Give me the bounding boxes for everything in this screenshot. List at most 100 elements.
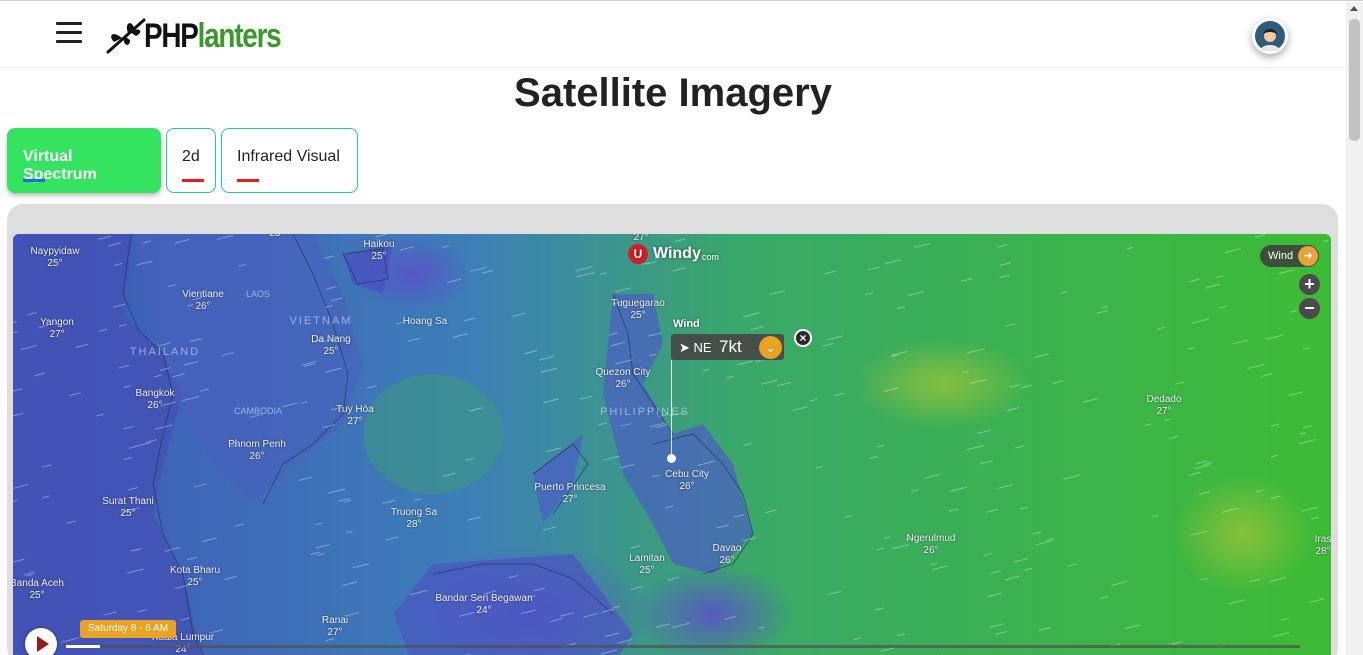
layer-select-button[interactable]: Wind ➜: [1260, 245, 1320, 267]
brand-name-suffix: lanters: [197, 16, 282, 55]
city-temp: 27°: [347, 416, 363, 427]
city-name: Hoang Sa: [402, 316, 448, 327]
tab-virtual-spectrum[interactable]: Virtual Spectrum: [7, 128, 161, 193]
close-icon[interactable]: ×: [794, 329, 812, 347]
city-name: Dedado: [1146, 394, 1182, 405]
brand-name-prefix: PHP: [144, 16, 199, 55]
city-name: Lamitan: [629, 553, 665, 564]
city-label: Yangon 27°: [40, 317, 74, 341]
city-label: Bandar Seri Begawan 24°: [435, 593, 532, 617]
city-name: Ngerulmud: [906, 533, 956, 544]
windy-map[interactable]: THAILAND VIETNAM LAOS CAMBODIA PHILIPPIN…: [13, 234, 1331, 655]
city-temp: 27°: [327, 627, 343, 638]
city-temp: 26°: [923, 545, 939, 556]
city-temp: 25°: [187, 577, 203, 588]
tab-indicator: [182, 179, 204, 182]
city-temp: 27°: [633, 234, 649, 243]
hamburger-menu-icon[interactable]: [56, 22, 82, 48]
zoom-out-button[interactable]: −: [1299, 298, 1320, 319]
windy-logo-suffix: com: [701, 251, 719, 262]
tab-indicator: [23, 179, 45, 182]
tab-label: Virtual Spectrum: [23, 148, 97, 183]
city-temp: 25°: [47, 258, 63, 269]
city-temp: 27°: [1156, 406, 1172, 417]
city-label: Cebu City 26°: [665, 469, 709, 493]
layer-label: Wind: [1268, 250, 1294, 262]
windy-logo[interactable]: U Windy com: [628, 244, 719, 264]
city-name: Quezon City: [595, 367, 651, 378]
user-avatar[interactable]: [1252, 18, 1288, 54]
city-temp: 24°: [476, 605, 492, 616]
city-label: Banda Aceh 25°: [13, 578, 64, 602]
city-temp: 25°: [323, 346, 339, 357]
wind-direction: ➤ NE: [679, 340, 712, 356]
city-temp: 27°: [562, 494, 578, 505]
tab-2d[interactable]: 2d: [166, 128, 216, 193]
timeline-badge[interactable]: Saturday 8 - 6 AM: [80, 620, 177, 638]
city-temp: 26°: [195, 301, 211, 312]
city-label: Iras 28°: [1315, 534, 1331, 558]
city-name: Phnom Penh: [228, 439, 286, 450]
wind-speed: 7kt: [719, 337, 742, 356]
city-temp: 26°: [249, 451, 265, 462]
city-label: Naypyidaw 25°: [31, 246, 80, 270]
city-label: Puerto Princesa 27°: [534, 482, 605, 506]
city-name: Iras: [1314, 534, 1331, 545]
city-label: Bangkok 26°: [136, 388, 175, 412]
city-temp: 25: [269, 234, 280, 239]
city-name: Tuguegarao: [611, 298, 665, 309]
city-temp: 26°: [147, 400, 163, 411]
scroll-thumb[interactable]: [1349, 19, 1360, 141]
city-label: Haikou 25°: [363, 239, 394, 263]
zoom-in-button[interactable]: +: [1299, 274, 1320, 295]
country-label-vietnam: VIETNAM: [289, 315, 353, 327]
page: PHPlanters Satellite Imagery Virtual Spe…: [0, 0, 1363, 655]
page-title: Satellite Imagery: [514, 71, 832, 115]
tab-indicator: [237, 179, 259, 182]
city-temp: 26°: [719, 555, 735, 566]
page-scrollbar[interactable]: [1346, 2, 1363, 655]
city-label: 25: [269, 234, 280, 240]
city-label: Davao 26°: [713, 543, 742, 567]
city-label: Da Nang 25°: [311, 334, 350, 358]
city-name: Haikou: [363, 239, 395, 250]
timeline-progress: [66, 645, 100, 648]
wind-direction-text: NE: [693, 340, 712, 355]
city-temp: 25°: [29, 590, 45, 601]
chevron-down-icon[interactable]: ⌄: [759, 336, 782, 359]
tab-label: 2d: [182, 148, 200, 165]
city-label: Lamitan 25°: [629, 553, 665, 577]
city-name: Banda Aceh: [13, 578, 64, 589]
timeline-track[interactable]: [66, 645, 1300, 648]
city-label: Quezon City 26°: [595, 367, 650, 391]
city-name: Tuy Hòa: [336, 404, 374, 415]
city-name: Da Nang: [311, 334, 351, 345]
city-label: Tuy Hòa 27°: [336, 404, 373, 428]
windy-logo-text: Windy: [653, 245, 701, 262]
city-temp: 25°: [371, 251, 387, 262]
city-name: Kota Bharu: [169, 565, 221, 576]
city-name: Cebu City: [665, 469, 709, 480]
city-temp: 28°: [1315, 546, 1331, 557]
city-temp: 25°: [120, 508, 136, 519]
city-name: Bandar Seri Begawan: [435, 593, 533, 604]
scroll-up-arrow-icon[interactable]: [1350, 6, 1358, 11]
city-label: Ranai 27°: [322, 615, 348, 639]
city-name: Puerto Princesa: [534, 482, 606, 493]
city-label: Hoang Sa: [403, 316, 447, 328]
city-label: Vientiane 26°: [182, 289, 224, 313]
city-label: Truong Sa 28°: [391, 507, 437, 531]
city-label: Kota Bharu 25°: [170, 565, 220, 589]
city-temp: 26°: [615, 379, 631, 390]
city-temp: 28°: [406, 519, 422, 530]
city-label: Dedado 27°: [1146, 394, 1181, 418]
windy-logo-icon: U: [628, 244, 648, 264]
wind-arrow-icon: ➤: [679, 340, 690, 355]
city-temp: 26°: [679, 481, 695, 492]
brand-logo[interactable]: PHPlanters: [104, 16, 310, 56]
city-name: Naypyidaw: [30, 246, 80, 257]
play-icon[interactable]: [25, 628, 57, 655]
country-label-philippines: PHILIPPINES: [600, 406, 690, 418]
tab-infrared-visual[interactable]: Infrared Visual: [221, 128, 358, 193]
city-name: Surat Thani: [102, 496, 154, 507]
